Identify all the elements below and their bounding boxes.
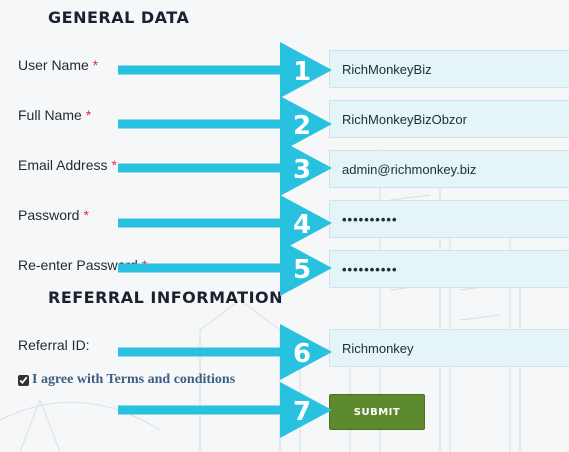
submit-button[interactable]: Submit: [329, 394, 425, 430]
required-marker: *: [141, 257, 148, 273]
re-enter-password-label-text: Re-enter Password: [18, 257, 138, 273]
agree-terms: I agree with Terms and conditions: [18, 372, 235, 388]
required-marker: *: [83, 207, 89, 223]
required-marker: *: [111, 157, 117, 173]
full-name-label-text: Full Name: [18, 107, 82, 123]
email-input[interactable]: [329, 150, 569, 188]
referral-id-label: Referral ID:: [18, 337, 90, 353]
referral-information-heading: Referral Information: [48, 288, 284, 307]
required-marker: *: [85, 107, 92, 123]
user-name-input[interactable]: [329, 50, 569, 88]
email-label-text: Email Address: [18, 157, 108, 173]
user-name-label: User Name *: [18, 57, 98, 73]
re-enter-password-label: Re-enter Password *: [18, 257, 147, 273]
password-label-text: Password: [18, 207, 80, 223]
full-name-label: Full Name *: [18, 107, 91, 123]
full-name-input[interactable]: [329, 100, 569, 138]
agree-checkbox[interactable]: [18, 374, 29, 386]
referral-id-input[interactable]: [329, 329, 569, 367]
re-enter-password-input[interactable]: [329, 250, 569, 288]
agree-terms-label[interactable]: I agree with Terms and conditions: [32, 372, 235, 388]
general-data-heading: General Data: [48, 8, 190, 27]
password-input[interactable]: [329, 200, 569, 238]
email-label: Email Address *: [18, 157, 117, 173]
user-name-label-text: User Name: [18, 57, 89, 73]
password-label: Password *: [18, 207, 89, 223]
required-marker: *: [92, 57, 99, 73]
